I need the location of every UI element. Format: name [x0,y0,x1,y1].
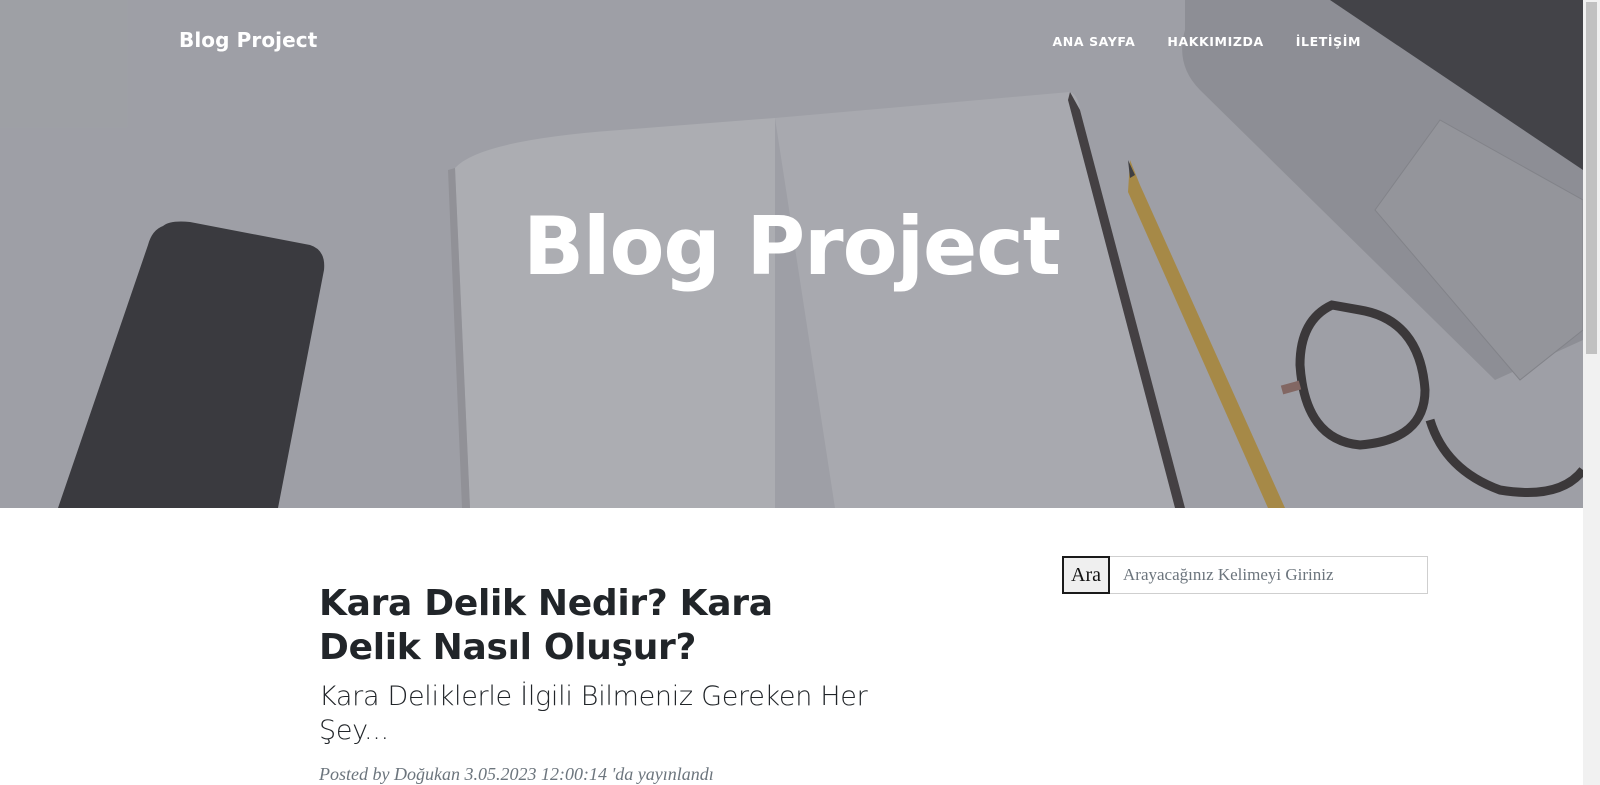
search-button[interactable]: Ara [1062,556,1110,594]
search-bar: Ara [1062,556,1428,594]
scrollbar-thumb[interactable] [1586,2,1597,354]
brand-link[interactable]: Blog Project [179,28,317,52]
post-title-link[interactable]: Kara Delik Nedir? Kara Delik Nasıl Oluşu… [319,582,879,670]
main-nav: ANA SAYFA HAKKIMIZDA İLETİŞİM [1053,34,1361,49]
post-preview: Kara Delik Nedir? Kara Delik Nasıl Oluşu… [319,582,879,785]
post-subtitle[interactable]: Kara Deliklerle İlgili Bilmeniz Gereken … [319,680,879,748]
search-input[interactable] [1110,557,1427,593]
page-scrollbar[interactable] [1583,0,1600,785]
nav-link-home[interactable]: ANA SAYFA [1053,34,1136,49]
masthead: Blog Project ANA SAYFA HAKKIMIZDA İLETİŞ… [0,0,1583,508]
post-meta: Posted by Doğukan 3.05.2023 12:00:14 'da… [319,764,714,784]
hero-title: Blog Project [523,200,1061,293]
nav-link-about[interactable]: HAKKIMIZDA [1167,34,1263,49]
nav-link-contact[interactable]: İLETİŞİM [1296,34,1361,49]
